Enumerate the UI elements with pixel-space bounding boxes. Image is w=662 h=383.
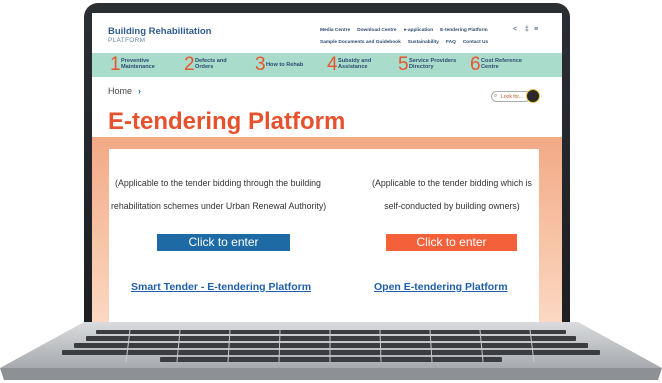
right-desc-line-1: (Applicable to the tender bidding which … [372,178,532,188]
tender-options-card: (Applicable to the tender bidding throug… [109,149,539,324]
look-for-label: Look for... [501,94,523,100]
laptop-screen: Building Rehabilitation PLATFORM Media C… [92,13,562,324]
open-tender-enter-button[interactable]: Click to enter [386,234,517,251]
right-desc-line-2: self-conducted by building owners) [384,201,520,211]
numnav-label-2: Orders [195,64,214,70]
site-header: Building Rehabilitation PLATFORM Media C… [92,13,562,53]
nav-sample-documents[interactable]: Sample Documents and Guidebook [320,40,401,45]
nav-faq[interactable]: FAQ [446,40,456,45]
brand-title[interactable]: Building Rehabilitation [108,26,211,37]
numnav-label-2: Centre [481,64,499,70]
keyboard-deck [0,322,662,380]
nav-media-centre[interactable]: Media Centre [320,28,350,33]
numnav-label-2: Directory [409,64,434,70]
left-description: (Applicable to the tender bidding throug… [111,172,327,218]
language-icon[interactable]: ≡ [534,26,538,33]
open-tender-link[interactable]: Open E-tendering Platform [374,281,508,293]
font-size-icon[interactable]: ‡ [525,26,529,33]
numnav-label-2: Maintenance [121,64,155,70]
left-desc-line-2: rehabilitation schemes under Urban Renew… [111,201,327,211]
look-for-button[interactable]: ⌕ Look for... [491,91,531,102]
nav-download-centre[interactable]: Download Centre [357,28,396,33]
nav-e-tendering-platform[interactable]: E-tendering Platform [440,28,487,33]
numnav-number: 5 [398,54,409,75]
top-nav-row-1: Media Centre Download Centre e-application… [320,28,495,33]
numbered-nav: 1 Preventive Maintenance 2 Defects and O… [92,53,562,77]
brand-subtitle: PLATFORM [108,37,146,44]
smart-tender-link[interactable]: Smart Tender - E-tendering Platform [131,281,311,293]
laptop-base [0,322,662,383]
numnav-label-2: Assistance [338,64,368,70]
right-description: (Applicable to the tender bidding which … [362,172,542,218]
hero-band: (Applicable to the tender bidding throug… [92,137,562,324]
breadcrumb-home[interactable]: Home [108,86,132,96]
share-icon[interactable]: < [513,26,517,33]
mascot-icon[interactable] [526,89,540,103]
nav-contact-us[interactable]: Contact Us [463,40,488,45]
numnav-number: 2 [184,54,195,75]
chevron-right-icon: › [138,86,142,96]
left-desc-line-1: (Applicable to the tender bidding throug… [115,178,321,188]
numnav-number: 6 [470,54,481,75]
numnav-label-1: How to Rehab [266,62,304,68]
search-icon: ⌕ [494,93,498,99]
nav-sustainability[interactable]: Sustainability [408,40,439,45]
numnav-number: 1 [110,54,121,75]
page-title: E-tendering Platform [108,108,346,135]
smart-tender-enter-button[interactable]: Click to enter [157,234,290,251]
breadcrumb: Home › [108,86,141,96]
nav-e-application[interactable]: e-application [404,28,434,33]
numnav-number: 4 [327,54,338,75]
numnav-number: 3 [255,54,266,75]
top-nav-row-2: Sample Documents and Guidebook Sustainabi… [320,40,495,45]
